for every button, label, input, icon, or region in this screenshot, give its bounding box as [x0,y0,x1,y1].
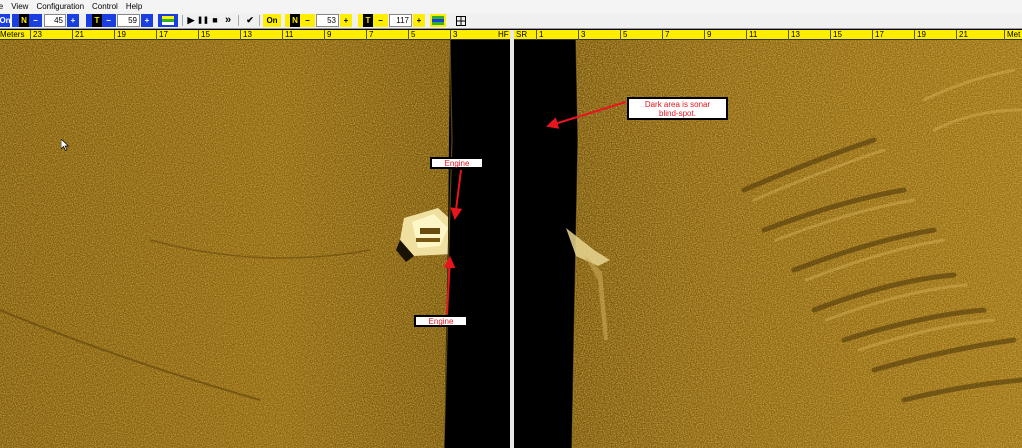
ruler-tick: 13 [788,30,800,40]
toolbar: On N − 45 + T − 59 + ▶ ❚❚ ■ » ✔ On N − 5… [0,13,1022,29]
ruler-tick: 3 [578,30,585,40]
n-increase-button[interactable]: + [67,14,79,27]
engine-label-bottom: Engine [414,315,468,327]
blind-spot-label-line2: blind-spot. [659,109,696,118]
ruler-tick: 9 [704,30,711,40]
ruler-unit-label: Meters [0,30,25,39]
t-icon-right: T [363,14,373,27]
check-button[interactable]: ✔ [244,14,256,27]
on-toggle-right[interactable]: On [263,14,281,27]
menu-file[interactable]: le [0,0,7,13]
stop-button[interactable]: ■ [210,14,220,27]
ruler-tick: 19 [114,30,126,40]
ruler-tick: 13 [240,30,252,40]
blind-spot-label-line1: Dark area is sonar [644,100,711,109]
t-value-field[interactable]: 59 [117,14,140,27]
t-decrease-button-right[interactable]: − [376,14,385,27]
play-button[interactable]: ▶ [186,14,196,27]
ruler-tick: 1 [536,30,543,40]
n-decrease-button[interactable]: − [31,14,40,27]
ruler-tick: 17 [156,30,168,40]
ruler-tick: 23 [30,30,42,40]
ruler-tick: 15 [198,30,210,40]
menu-control[interactable]: Control [88,0,122,13]
t-increase-button[interactable]: + [141,14,153,27]
ruler-tick: 7 [662,30,669,40]
palette-icon-right[interactable] [430,14,446,27]
n-icon: N [19,14,29,27]
starboard-sonar-image[interactable] [514,40,1022,448]
ruler-tick: 17 [872,30,884,40]
ruler-tick: 21 [72,30,84,40]
ruler-tick: 7 [366,30,373,40]
on-toggle-left[interactable]: On [0,14,11,27]
ruler-tick: 21 [956,30,968,40]
blind-spot-label: Dark area is sonar blind-spot. [627,97,728,120]
mouse-cursor-icon [61,139,69,151]
channel-label-sr: SR [516,30,528,39]
ruler-tick: 3 [450,30,457,40]
ruler-tick: 5 [408,30,415,40]
port-range-ruler: Meters 23 21 19 17 15 13 11 9 7 5 3 HF [0,30,510,40]
palette-icon[interactable] [158,14,178,27]
menu-configuration[interactable]: Configuration [32,0,88,13]
port-sonar-image[interactable] [0,40,510,448]
n-icon-right: N [290,14,300,27]
menu-view[interactable]: View [7,0,32,13]
ruler-tick: 9 [324,30,331,40]
pause-button[interactable]: ❚❚ [197,14,209,27]
engine-label-top: Engine [430,157,484,169]
t-icon: T [92,14,102,27]
fast-forward-button[interactable]: » [222,14,234,27]
n-value-field-right[interactable]: 53 [316,14,339,27]
channel-label-hf: HF [498,30,509,39]
ruler-unit-label: Met [1004,30,1020,40]
menu-bar: le View Configuration Control Help [0,0,1022,13]
ruler-tick: 11 [746,30,757,40]
n-value-field[interactable]: 45 [44,14,66,27]
ruler-tick: 19 [914,30,926,40]
t-value-field-right[interactable]: 117 [389,14,412,27]
port-sonar-pane: Meters 23 21 19 17 15 13 11 9 7 5 3 HF [0,30,510,448]
t-increase-button-right[interactable]: + [413,14,425,27]
menu-help[interactable]: Help [122,0,146,13]
starboard-range-ruler: SR 1 3 5 7 9 11 13 15 17 19 21 Met [514,30,1022,40]
ruler-tick: 5 [620,30,627,40]
n-increase-button-right[interactable]: + [340,14,352,27]
ruler-tick: 11 [282,30,293,40]
t-decrease-button[interactable]: − [104,14,113,27]
n-decrease-button-right[interactable]: − [303,14,312,27]
grid-icon[interactable] [455,14,467,27]
starboard-sonar-pane: SR 1 3 5 7 9 11 13 15 17 19 21 Met [514,30,1022,448]
ruler-tick: 15 [830,30,842,40]
